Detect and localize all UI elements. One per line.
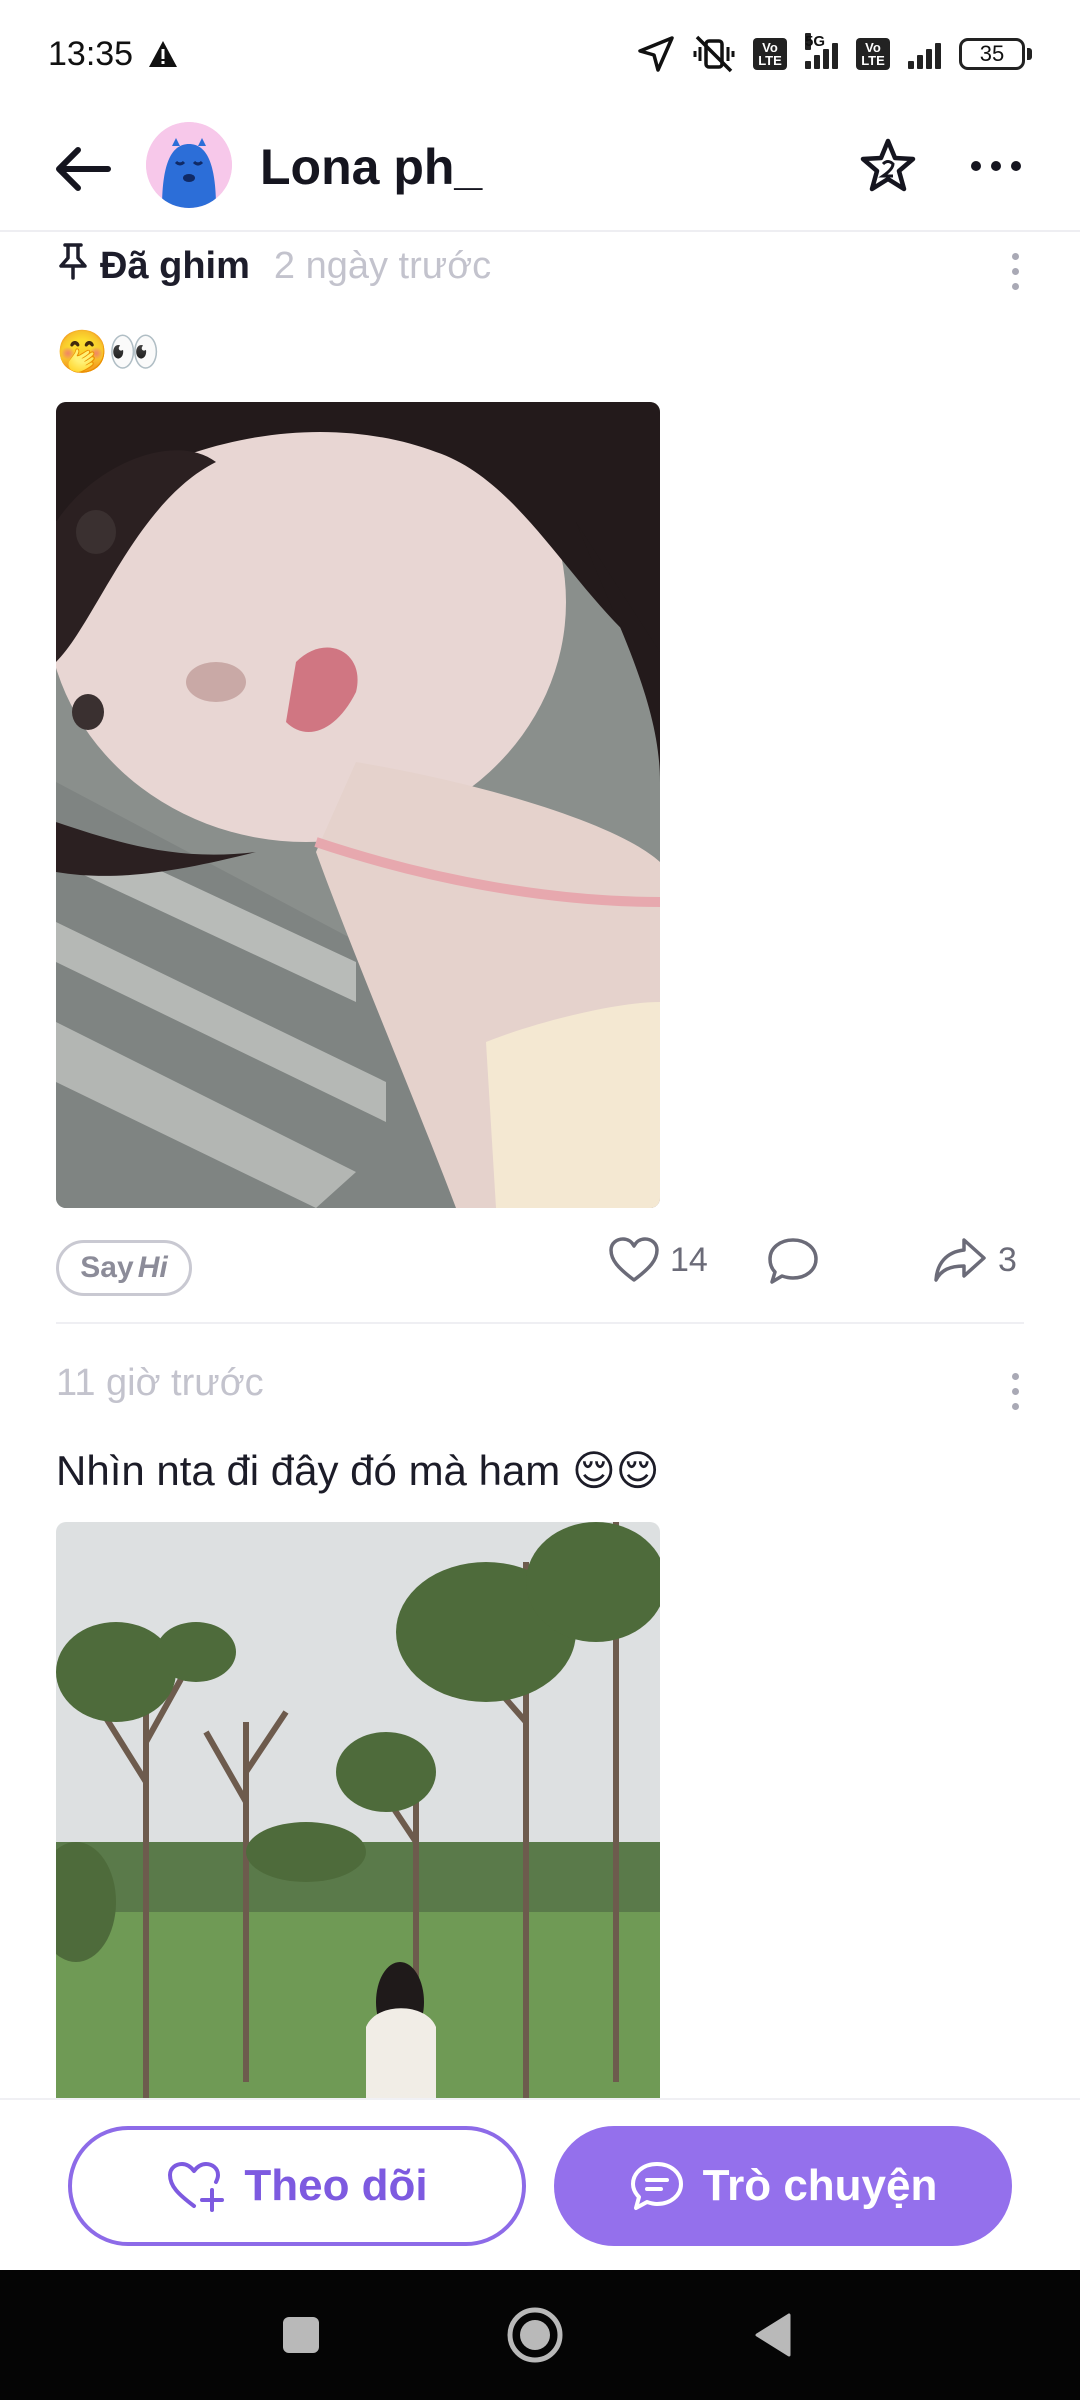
post-options-button[interactable]: [1000, 246, 1030, 296]
post-image[interactable]: [56, 402, 660, 1208]
home-button[interactable]: [500, 2300, 570, 2370]
chat-button[interactable]: Trò chuyện: [554, 2126, 1012, 2246]
heart-icon: [609, 1237, 659, 1282]
chat-bubble-icon: [630, 2162, 683, 2210]
volte-badge: Vo LTE: [753, 38, 787, 70]
follow-button[interactable]: Theo dõi: [68, 2126, 526, 2246]
location-arrow-icon: [637, 35, 675, 73]
star-icon: [860, 138, 916, 192]
profile-name: Lona ph_: [260, 139, 483, 195]
like-button[interactable]: 14: [608, 1236, 708, 1284]
say-hi-hi: Hi: [137, 1251, 168, 1284]
status-time: 13:35: [48, 34, 134, 73]
battery-level: 35: [959, 38, 1025, 70]
signal-icon: [908, 39, 941, 69]
post-feed: Đã ghim 2 ngày trước 🤭👀 Say Hi 14 3 11 g…: [0, 232, 1080, 2098]
profile-actions: Theo dõi Trò chuyện: [0, 2098, 1080, 2270]
back-nav-button[interactable]: [738, 2300, 808, 2370]
post-meta: Đã ghim 2 ngày trước: [56, 242, 491, 290]
square-icon: [283, 2317, 319, 2353]
back-button[interactable]: [50, 136, 116, 202]
avatar[interactable]: [146, 122, 232, 208]
more-horizontal-icon: [971, 161, 1021, 171]
post-meta: 11 giờ trước: [56, 1362, 264, 1405]
profile-header: Lona ph_: [0, 108, 1080, 232]
post-text: 🤭👀: [56, 328, 161, 375]
favorite-button[interactable]: [852, 130, 924, 202]
vibrate-mute-icon: [693, 35, 735, 73]
say-hi-say: Say: [80, 1251, 134, 1284]
post-image[interactable]: [56, 1522, 660, 2098]
back-arrow-icon: [56, 147, 111, 191]
share-count: 3: [998, 1240, 1017, 1279]
post-options-button[interactable]: [1000, 1366, 1030, 1416]
post-action-bar: Say Hi 14 3: [56, 1230, 1024, 1310]
like-count: 14: [670, 1240, 708, 1279]
heart-plus-icon: [168, 2162, 225, 2212]
post-time: 11 giờ trước: [56, 1362, 264, 1404]
say-hi-button[interactable]: Say Hi: [56, 1240, 192, 1296]
more-options-button[interactable]: [960, 130, 1032, 202]
volte-badge-2: Vo LTE: [856, 38, 890, 70]
post-divider: [56, 1322, 1024, 1324]
pin-icon: [56, 242, 90, 290]
comment-button[interactable]: [766, 1236, 820, 1291]
system-nav-bar: [0, 2270, 1080, 2400]
share-arrow-icon: [934, 1238, 986, 1282]
comment-icon: [768, 1238, 818, 1284]
status-bar: 13:35 Vo LTE 5G Vo LTE 35: [0, 0, 1080, 108]
pinned-label: Đã ghim: [100, 244, 250, 287]
share-button[interactable]: 3: [932, 1236, 1017, 1284]
circle-icon: [507, 2307, 563, 2363]
signal-5g-icon: 5G: [805, 33, 838, 69]
recents-button[interactable]: [266, 2300, 336, 2370]
battery-icon: 35: [959, 38, 1032, 70]
chat-label: Trò chuyện: [702, 2161, 938, 2210]
post-text: Nhìn nta đi đây đó mà ham 😌😌: [56, 1447, 660, 1494]
post-time: 2 ngày trước: [273, 244, 492, 287]
follow-label: Theo dõi: [244, 2161, 428, 2210]
warning-icon: [147, 39, 179, 69]
network-type-label: 5G: [805, 33, 826, 50]
triangle-back-icon: [755, 2313, 791, 2357]
